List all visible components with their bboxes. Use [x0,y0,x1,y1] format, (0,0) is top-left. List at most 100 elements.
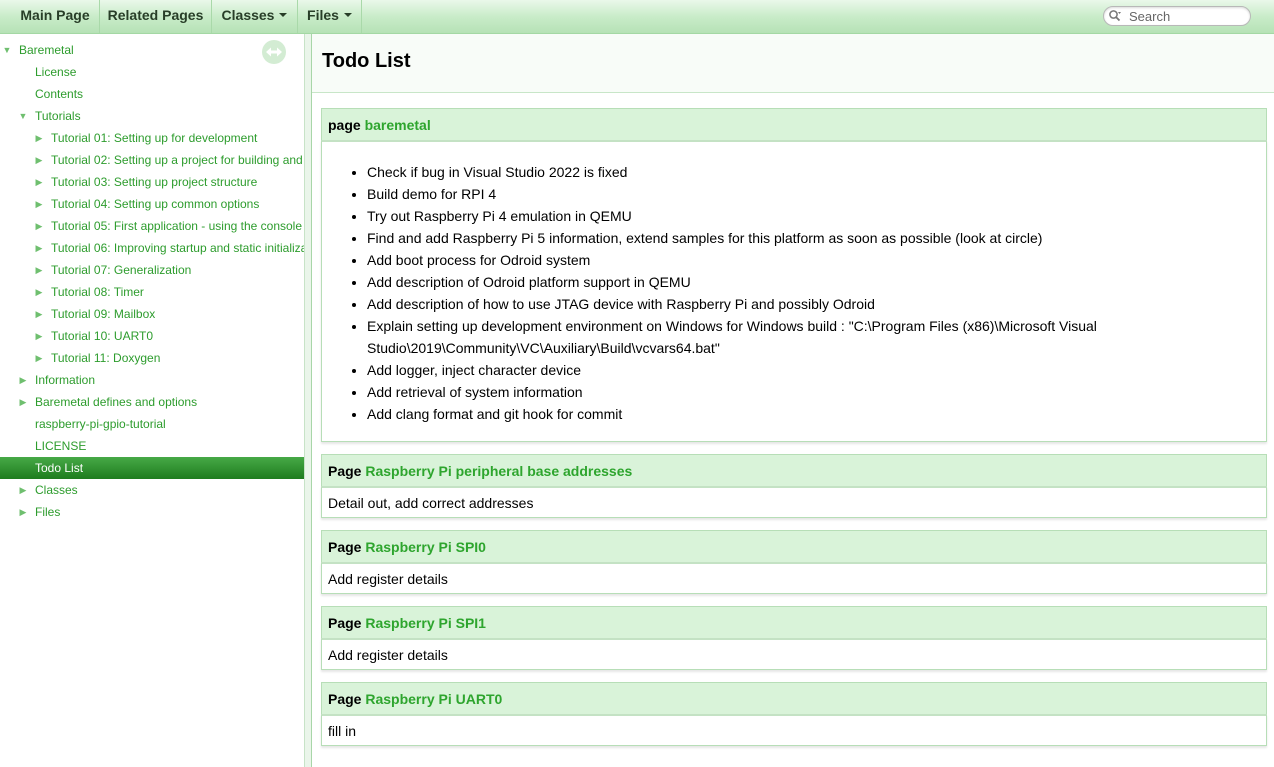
todo-page-link[interactable]: Raspberry Pi UART0 [365,691,502,707]
expand-right-arrow-icon[interactable]: ▶ [18,391,28,413]
nav-item-label: Tutorials [35,109,81,123]
nav-item[interactable]: ▶ Tutorial 01: Setting up for development [0,127,304,149]
todo-kind-label: Page [328,539,362,555]
nav-item-label: Tutorial 03: Setting up project structur… [51,175,258,189]
nav-item[interactable]: ▶ Tutorial 06: Improving startup and stat… [0,237,304,259]
page-title: Todo List [322,50,411,72]
nav-item-label: Tutorial 11: Doxygen [51,351,161,365]
nav-item[interactable]: ▶ Tutorial 02: Setting up a project for b… [0,149,304,171]
expand-right-arrow-icon[interactable]: ▶ [18,479,28,501]
todo-kind-label: Page [328,691,362,707]
nav-splitter-handle[interactable] [304,34,312,767]
nav-item-label: Tutorial 08: Timer [51,285,144,299]
expand-right-arrow-icon[interactable]: ▶ [34,303,44,325]
todo-section-body: Add register details [321,638,1267,670]
todo-page-link[interactable]: Raspberry Pi SPI1 [365,615,486,631]
search-box [1103,6,1251,26]
nav-item-label: Tutorial 04: Setting up common options [51,197,260,211]
todo-item: Find and add Raspberry Pi 5 information,… [367,227,1266,249]
todo-section-header: Page Raspberry Pi peripheral base addres… [321,454,1267,486]
nav-item[interactable]: ▶ Files [0,501,304,523]
nav-item[interactable]: ▶ Tutorial 05: First application - using … [0,215,304,237]
todo-page-link[interactable]: Raspberry Pi peripheral base addresses [365,463,632,479]
nav-item-label: Files [35,505,61,519]
nav-item[interactable]: ▶ Tutorial 08: Timer [0,281,304,303]
page-header: Todo List [312,34,1274,93]
expand-right-arrow-icon[interactable]: ▶ [34,281,44,303]
nav-item-label: Todo List [35,461,84,475]
todo-item: Explain setting up development environme… [367,315,1266,359]
menu-main-page[interactable]: Main Page [11,0,100,33]
todo-item: Add description of how to use JTAG devic… [367,293,1266,315]
expand-right-arrow-icon[interactable]: ▶ [18,501,28,523]
nav-item[interactable]: ▶ Tutorial 09: Mailbox [0,303,304,325]
nav-item[interactable]: ▼ Tutorials [0,105,304,127]
nav-item-label: Tutorial 02: Setting up a project for bu… [51,153,303,167]
todo-item: Add clang format and git hook for commit [367,403,1266,425]
nav-item[interactable]: ▶ Classes [0,479,304,501]
expand-right-arrow-icon[interactable]: ▶ [34,215,44,237]
todo-section-header: Page Raspberry Pi SPI1 [321,606,1267,638]
todo-item: Check if bug in Visual Studio 2022 is fi… [367,161,1266,183]
expand-right-arrow-icon[interactable]: ▶ [34,149,44,171]
sync-arrows-icon [266,47,282,57]
todo-page-link[interactable]: baremetal [365,117,431,133]
nav-item[interactable]: LICENSE [0,435,304,457]
menu-files[interactable]: Files [298,0,362,33]
nav-item-label: Tutorial 01: Setting up for development [51,131,258,145]
search-icon[interactable] [1108,9,1122,23]
nav-item-label: Classes [35,483,78,497]
todo-kind-label: Page [328,463,362,479]
nav-item-label: Tutorial 07: Generalization [51,263,192,277]
menu-classes-label: Classes [221,7,275,23]
menu-files-label: Files [307,7,339,23]
expand-right-arrow-icon[interactable]: ▶ [18,369,28,391]
doc-content: Todo List page baremetal Check if bug in… [312,34,1274,767]
todo-kind-label: page [328,117,361,133]
nav-item-label: Information [35,373,96,387]
nav-item[interactable]: License [0,61,304,83]
sync-toggle[interactable] [262,40,286,64]
todo-section-header: Page Raspberry Pi SPI0 [321,530,1267,562]
menu-related-pages-label: Related Pages [107,7,204,23]
menu-classes[interactable]: Classes [212,0,298,33]
expand-right-arrow-icon[interactable]: ▶ [34,193,44,215]
nav-item[interactable]: ▼ Baremetal [0,39,304,61]
nav-item[interactable]: ▶ Information [0,369,304,391]
todo-item: Try out Raspberry Pi 4 emulation in QEMU [367,205,1266,227]
nav-item[interactable]: ▶ Tutorial 10: UART0 [0,325,304,347]
expand-right-arrow-icon[interactable]: ▶ [34,347,44,369]
todo-page-link[interactable]: Raspberry Pi SPI0 [365,539,486,555]
todo-kind-label: Page [328,615,362,631]
nav-item[interactable]: ▶ Tutorial 07: Generalization [0,259,304,281]
nav-item[interactable]: Todo List [0,457,304,479]
nav-item[interactable]: ▶ Tutorial 11: Doxygen [0,347,304,369]
expand-right-arrow-icon[interactable]: ▶ [34,325,44,347]
nav-item[interactable]: ▶ Tutorial 03: Setting up project structu… [0,171,304,193]
expand-right-arrow-icon[interactable]: ▶ [34,237,44,259]
nav-item-label: License [35,65,77,79]
expand-down-arrow-icon[interactable]: ▼ [2,39,12,61]
nav-item[interactable]: Contents [0,83,304,105]
nav-item[interactable]: ▶ Tutorial 04: Setting up common options [0,193,304,215]
todo-text: Add register details [328,647,448,663]
expand-down-arrow-icon[interactable]: ▼ [18,105,28,127]
menu-related-pages[interactable]: Related Pages [100,0,212,33]
top-menu-bar: Main Page Related Pages Classes Files [0,0,1274,34]
todo-text: fill in [328,723,357,739]
nav-item-label: Tutorial 06: Improving startup and stati… [51,241,304,255]
todo-item: Add logger, inject character device [367,359,1266,381]
todo-section-body: Detail out, add correct addresses [321,486,1267,518]
nav-item[interactable]: raspberry-pi-gpio-tutorial [0,413,304,435]
todo-item: Add boot process for Odroid system [367,249,1266,271]
side-nav-tree: ▼ Baremetal License Contents ▼ Tutorials ▶ Tuto… [0,34,304,767]
nav-item-label: Baremetal [19,43,74,57]
nav-item-label: Tutorial 09: Mailbox [51,307,156,321]
nav-item[interactable]: ▶ Baremetal defines and options [0,391,304,413]
todo-item: Build demo for RPI 4 [367,183,1266,205]
expand-right-arrow-icon[interactable]: ▶ [34,259,44,281]
expand-right-arrow-icon[interactable]: ▶ [34,171,44,193]
search-input[interactable] [1129,7,1244,25]
expand-right-arrow-icon[interactable]: ▶ [34,127,44,149]
todo-list: Check if bug in Visual Studio 2022 is fi… [322,161,1266,425]
